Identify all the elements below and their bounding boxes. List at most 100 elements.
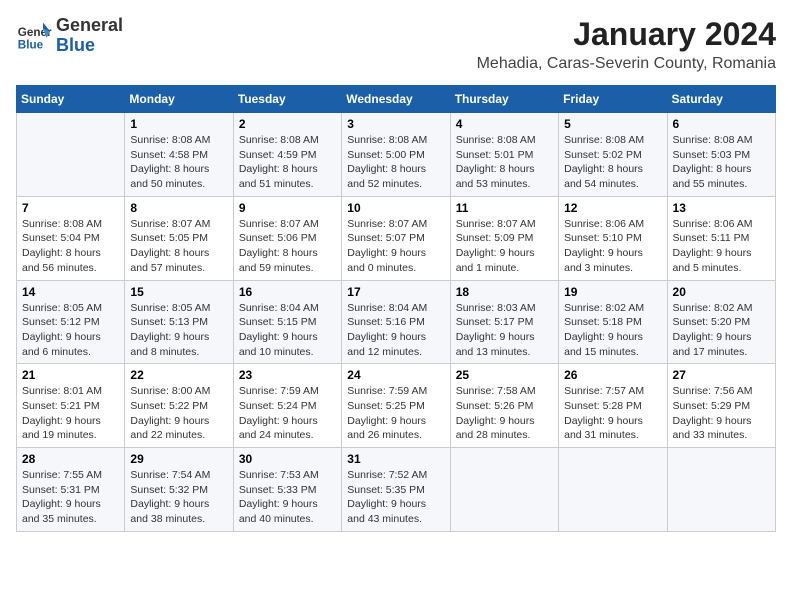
day-number: 24: [347, 368, 444, 382]
calendar-cell-4-1: 21Sunrise: 8:01 AMSunset: 5:21 PMDayligh…: [17, 364, 125, 448]
calendar-cell-1-4: 3Sunrise: 8:08 AMSunset: 5:00 PMDaylight…: [342, 113, 450, 197]
day-info: Sunrise: 8:05 AMSunset: 5:13 PMDaylight:…: [130, 301, 227, 360]
calendar-cell-5-7: [667, 448, 775, 532]
day-number: 4: [456, 117, 553, 131]
day-number: 25: [456, 368, 553, 382]
day-info: Sunrise: 8:02 AMSunset: 5:18 PMDaylight:…: [564, 301, 661, 360]
day-number: 13: [673, 201, 770, 215]
day-info: Sunrise: 7:54 AMSunset: 5:32 PMDaylight:…: [130, 468, 227, 527]
day-number: 26: [564, 368, 661, 382]
calendar-cell-2-2: 8Sunrise: 8:07 AMSunset: 5:05 PMDaylight…: [125, 196, 233, 280]
calendar-cell-4-3: 23 Sunrise: 7:59 AMSunset: 5:24 PMDayligh…: [233, 364, 341, 448]
page-header: General Blue General Blue January 2024 M…: [16, 16, 776, 73]
header-saturday: Saturday: [667, 86, 775, 113]
day-info: Sunrise: 8:03 AMSunset: 5:17 PMDaylight:…: [456, 301, 553, 360]
day-number: 22: [130, 368, 227, 382]
day-info: Sunrise: 8:08 AMSunset: 5:01 PMDaylight:…: [456, 133, 553, 192]
day-number: 10: [347, 201, 444, 215]
day-info: Sunrise: 7:52 AMSunset: 5:35 PMDaylight:…: [347, 468, 444, 527]
day-info: Sunrise: 8:08 AMSunset: 5:04 PMDaylight:…: [22, 217, 119, 276]
calendar-cell-3-2: 15 Sunrise: 8:05 AMSunset: 5:13 PMDayligh…: [125, 280, 233, 364]
header-tuesday: Tuesday: [233, 86, 341, 113]
calendar-week-4: 21Sunrise: 8:01 AMSunset: 5:21 PMDayligh…: [17, 364, 776, 448]
day-number: 15: [130, 285, 227, 299]
calendar-cell-5-4: 31 Sunrise: 7:52 AMSunset: 5:35 PMDayligh…: [342, 448, 450, 532]
calendar-cell-2-5: 11 Sunrise: 8:07 AMSunset: 5:09 PMDayligh…: [450, 196, 558, 280]
calendar-header: Sunday Monday Tuesday Wednesday Thursday…: [17, 86, 776, 113]
calendar-week-2: 7 Sunrise: 8:08 AMSunset: 5:04 PMDaylight…: [17, 196, 776, 280]
svg-text:Blue: Blue: [18, 38, 44, 51]
day-info: Sunrise: 7:58 AMSunset: 5:26 PMDaylight:…: [456, 384, 553, 443]
calendar-cell-1-7: 6Sunrise: 8:08 AMSunset: 5:03 PMDaylight…: [667, 113, 775, 197]
calendar-cell-5-3: 30Sunrise: 7:53 AMSunset: 5:33 PMDayligh…: [233, 448, 341, 532]
calendar-cell-3-6: 19Sunrise: 8:02 AMSunset: 5:18 PMDayligh…: [559, 280, 667, 364]
calendar-cell-4-6: 26 Sunrise: 7:57 AMSunset: 5:28 PMDayligh…: [559, 364, 667, 448]
title-area: January 2024 Mehadia, Caras-Severin Coun…: [477, 16, 776, 73]
day-number: 28: [22, 452, 119, 466]
day-info: Sunrise: 8:07 AMSunset: 5:07 PMDaylight:…: [347, 217, 444, 276]
calendar-cell-3-3: 16 Sunrise: 8:04 AMSunset: 5:15 PMDayligh…: [233, 280, 341, 364]
day-info: Sunrise: 8:06 AMSunset: 5:11 PMDaylight:…: [673, 217, 770, 276]
calendar-cell-1-2: 1 Sunrise: 8:08 AMSunset: 4:58 PMDaylight…: [125, 113, 233, 197]
day-number: 9: [239, 201, 336, 215]
day-number: 3: [347, 117, 444, 131]
day-number: 27: [673, 368, 770, 382]
calendar-cell-2-1: 7 Sunrise: 8:08 AMSunset: 5:04 PMDaylight…: [17, 196, 125, 280]
header-sunday: Sunday: [17, 86, 125, 113]
calendar-week-1: 1 Sunrise: 8:08 AMSunset: 4:58 PMDaylight…: [17, 113, 776, 197]
day-number: 12: [564, 201, 661, 215]
day-number: 5: [564, 117, 661, 131]
day-info: Sunrise: 8:07 AMSunset: 5:09 PMDaylight:…: [456, 217, 553, 276]
day-info: Sunrise: 7:59 AMSunset: 5:25 PMDaylight:…: [347, 384, 444, 443]
calendar-cell-1-3: 2 Sunrise: 8:08 AMSunset: 4:59 PMDaylight…: [233, 113, 341, 197]
day-info: Sunrise: 8:04 AMSunset: 5:15 PMDaylight:…: [239, 301, 336, 360]
day-info: Sunrise: 8:05 AMSunset: 5:12 PMDaylight:…: [22, 301, 119, 360]
calendar-cell-3-5: 18 Sunrise: 8:03 AMSunset: 5:17 PMDayligh…: [450, 280, 558, 364]
day-info: Sunrise: 7:53 AMSunset: 5:33 PMDaylight:…: [239, 468, 336, 527]
header-monday: Monday: [125, 86, 233, 113]
day-number: 7: [22, 201, 119, 215]
day-number: 20: [673, 285, 770, 299]
calendar-cell-4-2: 22 Sunrise: 8:00 AMSunset: 5:22 PMDayligh…: [125, 364, 233, 448]
calendar-cell-2-7: 13 Sunrise: 8:06 AMSunset: 5:11 PMDayligh…: [667, 196, 775, 280]
day-number: 16: [239, 285, 336, 299]
day-number: 1: [130, 117, 227, 131]
calendar-cell-5-2: 29 Sunrise: 7:54 AMSunset: 5:32 PMDayligh…: [125, 448, 233, 532]
day-number: 23: [239, 368, 336, 382]
day-info: Sunrise: 7:59 AMSunset: 5:24 PMDaylight:…: [239, 384, 336, 443]
day-info: Sunrise: 8:04 AMSunset: 5:16 PMDaylight:…: [347, 301, 444, 360]
day-number: 17: [347, 285, 444, 299]
calendar-cell-3-7: 20Sunrise: 8:02 AMSunset: 5:20 PMDayligh…: [667, 280, 775, 364]
day-info: Sunrise: 8:08 AMSunset: 5:02 PMDaylight:…: [564, 133, 661, 192]
day-number: 29: [130, 452, 227, 466]
logo: General Blue General Blue: [16, 16, 123, 56]
day-number: 31: [347, 452, 444, 466]
day-number: 18: [456, 285, 553, 299]
day-info: Sunrise: 8:08 AMSunset: 4:59 PMDaylight:…: [239, 133, 336, 192]
calendar-cell-5-1: 28Sunrise: 7:55 AMSunset: 5:31 PMDayligh…: [17, 448, 125, 532]
day-number: 2: [239, 117, 336, 131]
calendar-week-3: 14 Sunrise: 8:05 AMSunset: 5:12 PMDayligh…: [17, 280, 776, 364]
header-wednesday: Wednesday: [342, 86, 450, 113]
calendar-cell-2-3: 9Sunrise: 8:07 AMSunset: 5:06 PMDaylight…: [233, 196, 341, 280]
day-number: 14: [22, 285, 119, 299]
logo-general-text: General: [56, 15, 123, 35]
calendar-cell-5-5: [450, 448, 558, 532]
header-friday: Friday: [559, 86, 667, 113]
day-info: Sunrise: 7:57 AMSunset: 5:28 PMDaylight:…: [564, 384, 661, 443]
calendar-body: 1 Sunrise: 8:08 AMSunset: 4:58 PMDaylight…: [17, 113, 776, 532]
day-number: 11: [456, 201, 553, 215]
logo-icon: General Blue: [16, 18, 52, 54]
month-year-title: January 2024: [477, 16, 776, 53]
day-info: Sunrise: 8:08 AMSunset: 4:58 PMDaylight:…: [130, 133, 227, 192]
day-info: Sunrise: 7:56 AMSunset: 5:29 PMDaylight:…: [673, 384, 770, 443]
calendar-cell-4-5: 25 Sunrise: 7:58 AMSunset: 5:26 PMDayligh…: [450, 364, 558, 448]
header-row: Sunday Monday Tuesday Wednesday Thursday…: [17, 86, 776, 113]
day-number: 8: [130, 201, 227, 215]
calendar-cell-2-6: 12Sunrise: 8:06 AMSunset: 5:10 PMDayligh…: [559, 196, 667, 280]
day-info: Sunrise: 8:00 AMSunset: 5:22 PMDaylight:…: [130, 384, 227, 443]
calendar-table: Sunday Monday Tuesday Wednesday Thursday…: [16, 85, 776, 532]
calendar-cell-5-6: [559, 448, 667, 532]
calendar-cell-3-1: 14 Sunrise: 8:05 AMSunset: 5:12 PMDayligh…: [17, 280, 125, 364]
calendar-cell-1-5: 4 Sunrise: 8:08 AMSunset: 5:01 PMDaylight…: [450, 113, 558, 197]
